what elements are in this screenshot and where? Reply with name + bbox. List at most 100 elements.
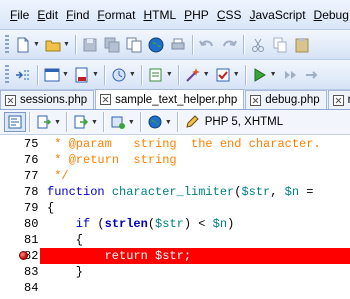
document-edit-icon[interactable] <box>72 65 92 85</box>
new-file-dropdown-icon[interactable]: ▼ <box>33 41 40 48</box>
validate-icon[interactable] <box>213 65 233 85</box>
code-token: return $str; <box>47 249 192 263</box>
line-gutter[interactable]: 77 <box>0 168 40 184</box>
print-icon[interactable] <box>168 35 188 55</box>
magic-wand-icon[interactable] <box>183 65 203 85</box>
cut-icon[interactable] <box>248 35 268 55</box>
menu-find[interactable]: Find <box>62 8 93 22</box>
undo-icon[interactable] <box>197 35 217 55</box>
browser-button[interactable] <box>144 112 166 132</box>
save-all-icon[interactable] <box>102 35 122 55</box>
line-gutter[interactable]: 75 <box>0 136 40 152</box>
code-line[interactable]: 81 { <box>0 232 350 248</box>
copy-files-icon[interactable] <box>124 35 144 55</box>
menu-css[interactable]: CSS <box>213 8 246 22</box>
code-token: , <box>270 185 285 199</box>
line-gutter[interactable]: 82 <box>0 248 40 264</box>
line-number: 77 <box>24 169 39 183</box>
close-tab-icon[interactable] <box>100 94 112 105</box>
close-tab-icon[interactable] <box>332 94 344 106</box>
tab-re[interactable]: re <box>327 90 350 109</box>
browser-dropdown-icon[interactable]: ▼ <box>165 119 172 126</box>
code-editor[interactable]: 75 * @param string the end character. 76 … <box>0 135 350 299</box>
menu-php[interactable]: PHP <box>180 8 213 22</box>
server-icon <box>111 116 125 129</box>
menu-javascript[interactable]: JavaScript <box>246 8 310 22</box>
open-dropdown-icon[interactable]: ▼ <box>63 41 70 48</box>
close-tab-icon[interactable] <box>5 94 16 106</box>
code-line[interactable]: 75 * @param string the end character. <box>0 136 350 152</box>
close-tab-icon[interactable] <box>250 94 262 106</box>
layout-dropdown-icon[interactable]: ▼ <box>62 71 69 78</box>
menu-edit[interactable]: Edit <box>33 8 62 22</box>
menu-html[interactable]: HTML <box>139 8 180 22</box>
preview-button[interactable] <box>70 112 92 132</box>
snippet-dropdown-icon[interactable]: ▼ <box>166 71 173 78</box>
redo-icon[interactable] <box>219 35 239 55</box>
line-gutter[interactable]: 76 <box>0 152 40 168</box>
line-gutter[interactable]: 78 <box>0 184 40 200</box>
server-button[interactable] <box>107 112 129 132</box>
code-line[interactable]: 78 function character_limiter($str, $n = <box>0 184 350 200</box>
breakpoint-code-line[interactable]: 82 return $str; <box>0 248 350 264</box>
code-token: @param string the end character. <box>68 137 321 151</box>
open-folder-icon[interactable] <box>43 35 63 55</box>
code-token: function <box>47 185 112 199</box>
line-gutter[interactable]: 79 <box>0 200 40 216</box>
design-view-button[interactable] <box>33 112 55 132</box>
tab-sample-text-helper[interactable]: sample_text_helper.php <box>95 89 245 109</box>
refresh-dropdown-icon[interactable]: ▼ <box>129 71 136 78</box>
snippet-icon[interactable] <box>146 65 166 85</box>
toolbar-grip[interactable] <box>5 34 9 55</box>
language-label[interactable]: PHP 5, XHTML <box>205 116 283 128</box>
code-token: if <box>47 217 98 231</box>
toolbar-grip[interactable] <box>5 64 9 85</box>
tab-debug[interactable]: debug.php <box>245 90 327 109</box>
toolbar-separator <box>140 64 142 85</box>
server-dropdown-icon[interactable]: ▼ <box>128 119 135 126</box>
debug-dropdown-icon[interactable]: ▼ <box>270 71 277 78</box>
copy-icon[interactable] <box>270 35 290 55</box>
line-number: 83 <box>24 265 39 279</box>
breakpoint-icon[interactable] <box>19 251 28 260</box>
code-view-button[interactable] <box>4 112 26 132</box>
new-file-icon[interactable] <box>13 35 33 55</box>
code-line[interactable]: 76 * @return string <box>0 152 350 168</box>
line-gutter[interactable]: 80 <box>0 216 40 232</box>
code-line[interactable]: 79 { <box>0 200 350 216</box>
design-dropdown-icon[interactable]: ▼ <box>54 119 61 126</box>
globe-icon[interactable] <box>146 35 166 55</box>
tab-sessions[interactable]: sessions.php <box>0 90 95 109</box>
refresh-icon[interactable] <box>109 65 129 85</box>
step-icon[interactable] <box>280 65 300 85</box>
code-text: { <box>47 200 54 216</box>
language-button[interactable] <box>181 112 203 132</box>
preview-dropdown-icon[interactable]: ▼ <box>91 119 98 126</box>
wand-dropdown-icon[interactable]: ▼ <box>203 71 210 78</box>
validate-dropdown-icon[interactable]: ▼ <box>233 71 240 78</box>
code-line[interactable]: 80 if (strlen($str) < $n) <box>0 216 350 232</box>
code-navigation-icon[interactable] <box>13 65 33 85</box>
line-number: 78 <box>24 185 39 199</box>
document-dropdown-icon[interactable]: ▼ <box>92 71 99 78</box>
line-gutter[interactable]: 81 <box>0 232 40 248</box>
code-token: $str <box>155 217 184 231</box>
window-layout-icon[interactable] <box>42 65 62 85</box>
code-line[interactable]: 84 <box>0 280 350 296</box>
line-gutter[interactable]: 84 <box>0 280 40 296</box>
code-text: { <box>47 232 83 248</box>
toolbar-separator <box>244 64 246 85</box>
code-token: = <box>299 185 314 199</box>
toolbar-separator <box>177 64 179 85</box>
line-gutter[interactable]: 83 <box>0 264 40 280</box>
save-icon[interactable] <box>80 35 100 55</box>
debug-run-icon[interactable] <box>250 65 270 85</box>
code-line[interactable]: 83 } <box>0 264 350 280</box>
forward-icon[interactable] <box>302 65 322 85</box>
code-line[interactable]: 77 */ <box>0 168 350 184</box>
paste-icon[interactable] <box>292 35 312 55</box>
menu-file[interactable]: File <box>6 8 33 22</box>
code-text: return $str; <box>47 248 191 264</box>
menu-format[interactable]: Format <box>93 8 139 22</box>
menu-debug[interactable]: Debug <box>310 8 350 22</box>
